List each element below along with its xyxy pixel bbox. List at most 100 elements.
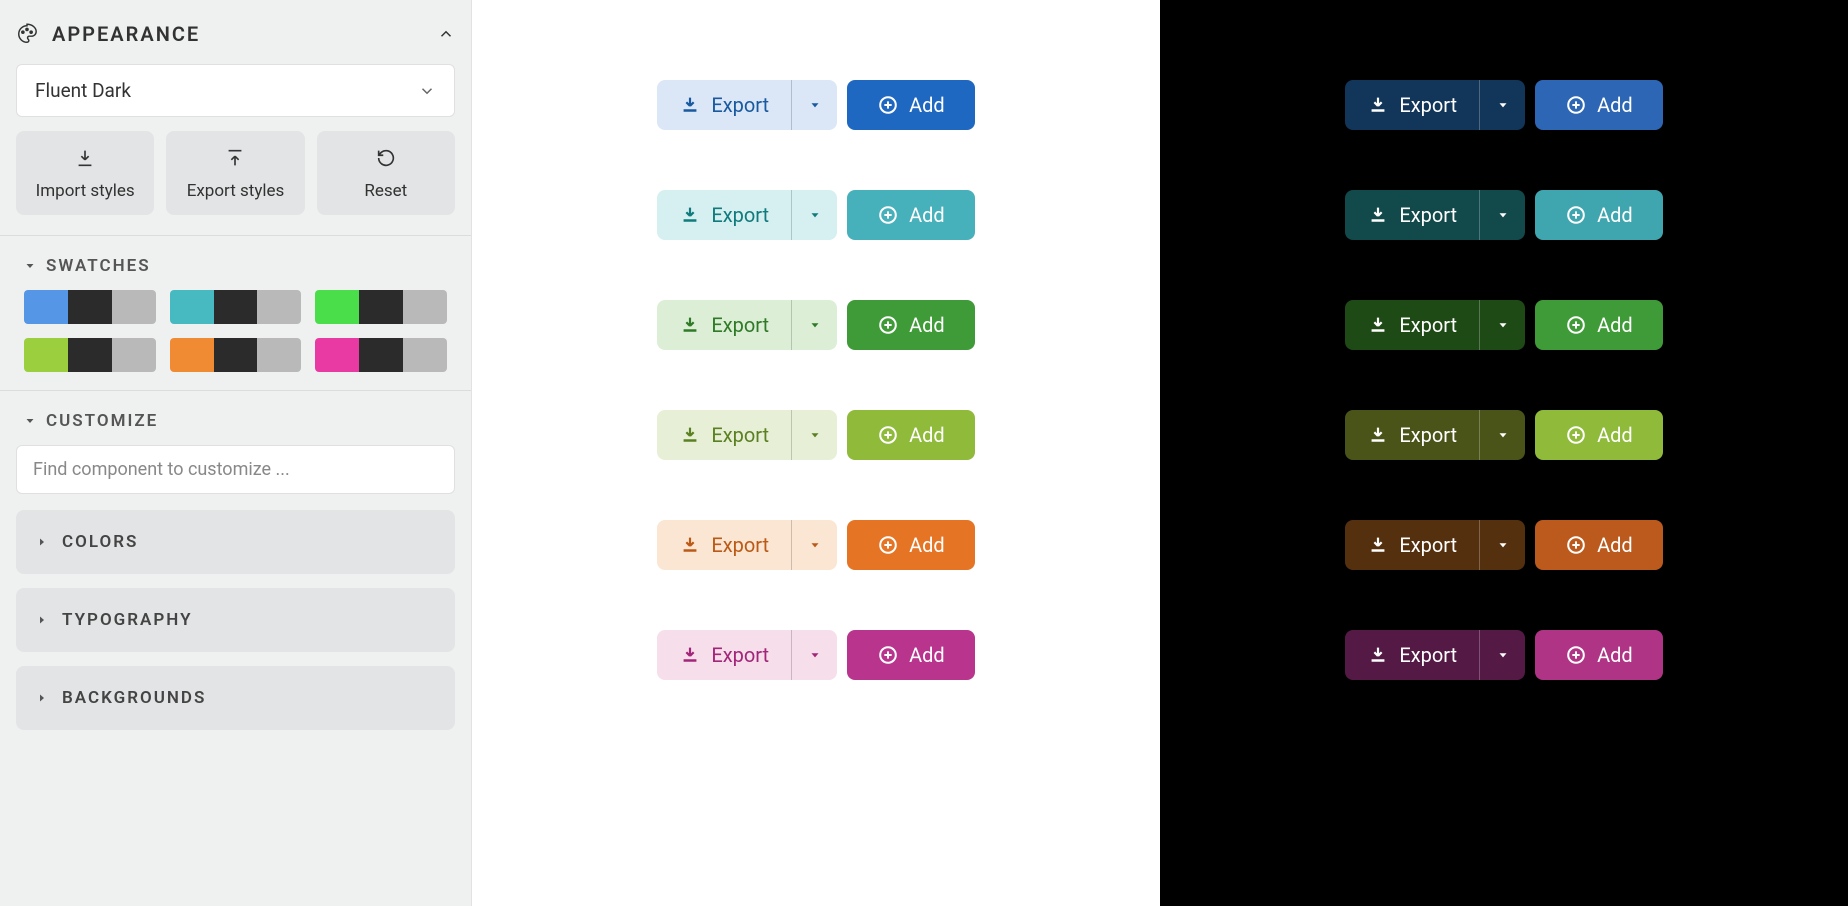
swatch-2[interactable] xyxy=(315,290,447,324)
caret-down-icon xyxy=(1496,428,1510,442)
appearance-panel: APPEARANCE Fluent Dark Import styles xyxy=(0,0,472,906)
export-button[interactable]: Export xyxy=(1345,410,1479,460)
add-button[interactable]: Add xyxy=(847,520,975,570)
swatch-3[interactable] xyxy=(24,338,156,372)
customize-header[interactable]: CUSTOMIZE xyxy=(0,391,471,445)
add-button[interactable]: Add xyxy=(847,190,975,240)
reset-icon xyxy=(375,147,397,169)
button-row: Export Add xyxy=(1160,190,1848,240)
export-dropdown-button[interactable] xyxy=(791,190,837,240)
export-split-button: Export xyxy=(1345,520,1525,570)
export-dropdown-button[interactable] xyxy=(791,630,837,680)
reset-styles-label: Reset xyxy=(364,181,407,201)
export-button[interactable]: Export xyxy=(1345,300,1479,350)
add-button[interactable]: Add xyxy=(1535,190,1663,240)
style-actions: Import styles Export styles Reset xyxy=(0,131,471,236)
add-button[interactable]: Add xyxy=(847,630,975,680)
export-dropdown-button[interactable] xyxy=(1479,300,1525,350)
caret-down-icon xyxy=(808,98,822,112)
add-button[interactable]: Add xyxy=(847,300,975,350)
download-icon xyxy=(679,534,701,556)
export-button[interactable]: Export xyxy=(1345,190,1479,240)
add-button[interactable]: Add xyxy=(847,410,975,460)
swatches-header[interactable]: SWATCHES xyxy=(0,236,471,290)
export-dropdown-button[interactable] xyxy=(791,80,837,130)
export-button[interactable]: Export xyxy=(657,190,791,240)
export-dropdown-button[interactable] xyxy=(1479,630,1525,680)
caret-down-icon xyxy=(1496,98,1510,112)
export-dropdown-button[interactable] xyxy=(1479,80,1525,130)
reset-styles-button[interactable]: Reset xyxy=(317,131,455,215)
export-button[interactable]: Export xyxy=(657,410,791,460)
add-label: Add xyxy=(909,203,945,227)
button-row: Export Add xyxy=(472,410,1160,460)
category-label: BACKGROUNDS xyxy=(62,688,206,708)
button-row: Export Add xyxy=(472,190,1160,240)
add-button[interactable]: Add xyxy=(1535,410,1663,460)
add-button[interactable]: Add xyxy=(847,80,975,130)
add-button[interactable]: Add xyxy=(1535,300,1663,350)
button-row: Export Add xyxy=(1160,630,1848,680)
export-button[interactable]: Export xyxy=(657,520,791,570)
category-backgrounds[interactable]: BACKGROUNDS xyxy=(16,666,455,730)
export-label: Export xyxy=(711,643,769,667)
export-button[interactable]: Export xyxy=(1345,80,1479,130)
export-dropdown-button[interactable] xyxy=(1479,190,1525,240)
category-colors[interactable]: COLORS xyxy=(16,510,455,574)
swatch-5[interactable] xyxy=(315,338,447,372)
download-icon xyxy=(1367,314,1389,336)
import-styles-button[interactable]: Import styles xyxy=(16,131,154,215)
customize-label: CUSTOMIZE xyxy=(46,411,158,431)
add-button[interactable]: Add xyxy=(1535,80,1663,130)
caret-right-icon xyxy=(36,536,48,548)
export-dropdown-button[interactable] xyxy=(791,520,837,570)
caret-down-icon xyxy=(1496,208,1510,222)
button-row: Export Add xyxy=(472,520,1160,570)
export-dropdown-button[interactable] xyxy=(1479,410,1525,460)
export-dropdown-button[interactable] xyxy=(1479,520,1525,570)
button-row: Export Add xyxy=(472,630,1160,680)
export-button[interactable]: Export xyxy=(657,80,791,130)
export-split-button: Export xyxy=(1345,410,1525,460)
export-dropdown-button[interactable] xyxy=(791,410,837,460)
category-typography[interactable]: TYPOGRAPHY xyxy=(16,588,455,652)
add-label: Add xyxy=(1597,533,1633,557)
add-label: Add xyxy=(909,643,945,667)
download-icon xyxy=(1367,644,1389,666)
add-label: Add xyxy=(1597,93,1633,117)
download-icon xyxy=(74,147,96,169)
export-label: Export xyxy=(711,93,769,117)
download-icon xyxy=(679,424,701,446)
export-button[interactable]: Export xyxy=(657,300,791,350)
export-label: Export xyxy=(1399,93,1457,117)
export-button[interactable]: Export xyxy=(1345,630,1479,680)
add-button[interactable]: Add xyxy=(1535,630,1663,680)
swatch-4[interactable] xyxy=(170,338,302,372)
add-button[interactable]: Add xyxy=(1535,520,1663,570)
export-label: Export xyxy=(1399,533,1457,557)
import-styles-label: Import styles xyxy=(36,181,135,201)
category-label: COLORS xyxy=(62,532,138,552)
theme-dropdown[interactable]: Fluent Dark xyxy=(16,64,455,117)
swatch-1[interactable] xyxy=(170,290,302,324)
button-row: Export Add xyxy=(1160,300,1848,350)
palette-icon xyxy=(16,23,38,45)
button-row: Export Add xyxy=(1160,410,1848,460)
export-styles-button[interactable]: Export styles xyxy=(166,131,304,215)
caret-down-icon xyxy=(24,415,36,427)
customize-search-input[interactable] xyxy=(16,445,455,494)
download-icon xyxy=(679,204,701,226)
swatch-0[interactable] xyxy=(24,290,156,324)
swatches-label: SWATCHES xyxy=(46,256,151,276)
export-label: Export xyxy=(1399,643,1457,667)
plus-circle-icon xyxy=(877,424,899,446)
plus-circle-icon xyxy=(1565,534,1587,556)
add-label: Add xyxy=(909,93,945,117)
export-button[interactable]: Export xyxy=(1345,520,1479,570)
export-dropdown-button[interactable] xyxy=(791,300,837,350)
collapse-panel-button[interactable] xyxy=(437,25,455,43)
export-button[interactable]: Export xyxy=(657,630,791,680)
download-icon xyxy=(679,644,701,666)
button-row: Export Add xyxy=(472,300,1160,350)
chevron-down-icon xyxy=(418,82,436,100)
